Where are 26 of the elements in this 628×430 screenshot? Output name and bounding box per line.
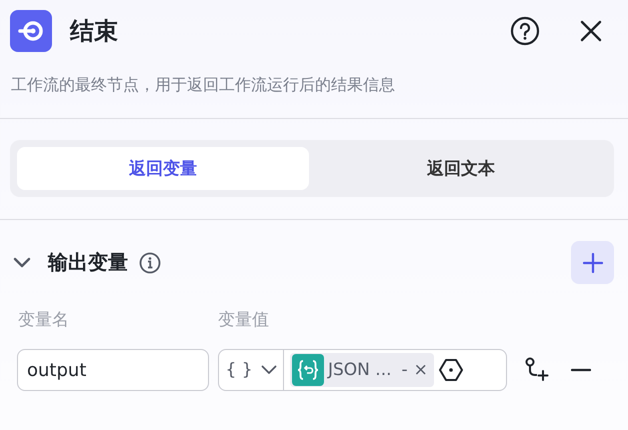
tab[interactable]: 返回变量 xyxy=(17,147,309,190)
type-selector[interactable]: { } xyxy=(219,350,284,390)
tab[interactable]: 返回文本 xyxy=(315,147,607,190)
plus-icon xyxy=(582,252,602,272)
variable-icon xyxy=(292,354,324,386)
hexagon-icon[interactable] xyxy=(438,357,464,383)
value-field[interactable]: { } JSON ... - × xyxy=(218,349,507,391)
add-button[interactable] xyxy=(571,241,614,284)
close-icon[interactable] xyxy=(580,20,602,42)
remove-button[interactable]: × xyxy=(408,360,428,380)
column-label: 变量值 xyxy=(218,309,269,331)
info-icon[interactable] xyxy=(139,252,161,274)
node-title: 结束 xyxy=(70,16,118,47)
dash-label: - xyxy=(402,360,408,380)
column-label: 变量名 xyxy=(18,309,70,331)
branch-add-icon[interactable] xyxy=(523,357,549,383)
input-field[interactable]: output xyxy=(17,349,209,391)
chevron-icon xyxy=(260,365,277,375)
variable-name: JSON ... xyxy=(328,360,392,380)
end-node-icon xyxy=(10,10,52,52)
minus-icon[interactable] xyxy=(571,368,591,372)
help-icon[interactable] xyxy=(510,16,540,46)
section-title: 输出变量 xyxy=(48,249,128,276)
chevron-icon[interactable] xyxy=(13,256,31,268)
type-label: { } xyxy=(225,360,253,380)
node-description: 工作流的最终节点，用于返回工作流运行后的结果信息 xyxy=(10,74,396,96)
